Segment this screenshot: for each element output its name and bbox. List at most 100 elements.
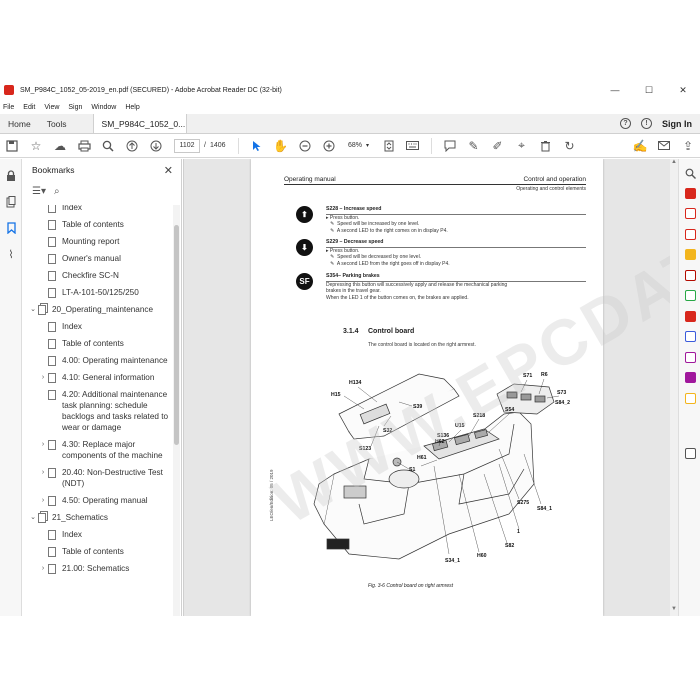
bookmark-page-icon <box>48 390 56 400</box>
draw-icon[interactable]: ✐ <box>486 134 510 158</box>
sign-pen-icon[interactable]: ✍ <box>628 134 652 158</box>
keyboard-icon[interactable] <box>401 134 425 158</box>
chevron-down-icon[interactable]: ⌄ <box>28 512 38 523</box>
bookmarks-icon[interactable] <box>0 215 22 241</box>
menu-window[interactable]: Window <box>91 104 116 111</box>
help-icon[interactable]: ? <box>620 118 631 129</box>
print-icon[interactable] <box>72 134 96 158</box>
edit-pdf-icon[interactable] <box>679 224 700 245</box>
stamp-icon[interactable]: ⌖ <box>510 134 534 158</box>
page-subheader: Operating and control elements <box>516 186 586 192</box>
more-tools-icon[interactable] <box>679 409 700 459</box>
bookmark-item[interactable]: Checkfire SC-N <box>22 267 172 284</box>
minimize-button[interactable]: — <box>598 80 632 100</box>
share-icon[interactable] <box>679 388 700 409</box>
notification-bell-icon[interactable]: ! <box>641 118 652 129</box>
document-scrollbar[interactable]: ▲ ▼ <box>670 159 678 616</box>
combine-icon[interactable] <box>679 265 700 286</box>
figure-callout-label: H60 <box>477 553 487 559</box>
bookmark-item[interactable]: ⌄ 20_Operating_maintenance <box>22 301 172 318</box>
export-pdf-icon[interactable] <box>679 183 700 204</box>
sign-in-button[interactable]: Sign In <box>662 119 692 129</box>
page-up-icon[interactable] <box>120 134 144 158</box>
page-number-input[interactable]: 1102 <box>174 138 200 153</box>
select-cursor-icon[interactable] <box>245 134 269 158</box>
bookmark-item[interactable]: LT-A-101-50/125/250 <box>22 284 172 301</box>
scroll-up-arrow-icon[interactable]: ▲ <box>670 159 678 169</box>
maximize-button[interactable]: ☐ <box>632 80 666 100</box>
bookmark-item[interactable]: › 4.10: General information <box>22 369 172 386</box>
bookmark-item[interactable]: › 4.30: Replace major components of the m… <box>22 436 172 464</box>
delete-icon[interactable] <box>534 134 558 158</box>
attachments-paperclip-icon[interactable]: ⌇ <box>0 241 22 267</box>
save-icon[interactable] <box>0 134 24 158</box>
search-tools-icon[interactable] <box>679 163 700 183</box>
hand-tool-icon[interactable]: ✋ <box>269 134 293 158</box>
tab-home[interactable]: Home <box>0 114 39 133</box>
comment-icon[interactable] <box>438 134 462 158</box>
protect-icon[interactable] <box>679 327 700 348</box>
scroll-down-arrow-icon[interactable]: ▼ <box>670 606 678 616</box>
upload-cloud-icon[interactable]: ☁ <box>48 134 72 158</box>
highlight-pen-icon[interactable]: ✎ <box>462 134 486 158</box>
comment-icon[interactable] <box>679 245 700 266</box>
close-panel-icon[interactable]: ✕ <box>164 164 173 177</box>
bookmark-item[interactable]: › 20.40: Non-Destructive Test (NDT) <box>22 464 172 492</box>
bookmark-item[interactable]: Table of contents <box>22 216 172 233</box>
bookmark-item[interactable]: ⌄ 21_Schematics <box>22 509 172 526</box>
bookmarks-scrollbar[interactable] <box>173 205 180 616</box>
chevron-right-icon[interactable]: › <box>38 563 48 574</box>
redact-icon[interactable] <box>679 306 700 327</box>
bookmark-item[interactable]: Owner's manual <box>22 250 172 267</box>
tab-document[interactable]: SM_P984C_1052_0... × <box>92 114 187 133</box>
create-pdf-icon[interactable] <box>679 204 700 225</box>
bookmark-item[interactable]: Index <box>22 318 172 335</box>
chevron-down-icon[interactable]: ⌄ <box>28 304 38 315</box>
menu-file[interactable]: File <box>3 104 14 111</box>
bookmark-item[interactable]: Mounting report <box>22 233 172 250</box>
menu-edit[interactable]: Edit <box>23 104 35 111</box>
bookmark-star-icon[interactable]: ☆ <box>24 134 48 158</box>
figure-caption: Fig. 3-6 Control board on right armrest <box>368 583 454 589</box>
page-thumbnails-icon[interactable] <box>0 189 22 215</box>
lock-icon[interactable] <box>0 163 22 189</box>
send-signature-icon[interactable] <box>679 368 700 389</box>
organize-icon[interactable] <box>679 286 700 307</box>
email-icon[interactable] <box>652 134 676 158</box>
search-icon[interactable] <box>96 134 120 158</box>
bookmark-options-icon[interactable]: ☰▾ <box>32 186 46 197</box>
fit-page-icon[interactable] <box>377 134 401 158</box>
zoom-level-dropdown[interactable]: 68% ▾ <box>341 139 377 153</box>
zoom-in-icon[interactable] <box>317 134 341 158</box>
figure-callout-label: S123 <box>359 446 371 452</box>
page-header-left: Operating manual <box>284 176 336 183</box>
chevron-right-icon[interactable]: › <box>38 467 48 478</box>
document-view[interactable]: Operating manual Control and operation O… <box>183 159 678 616</box>
rotate-icon[interactable]: ↻ <box>558 134 582 158</box>
close-window-button[interactable]: ✕ <box>666 80 700 100</box>
bookmark-item[interactable]: Table of contents <box>22 335 172 352</box>
bookmarks-scroll-thumb[interactable] <box>174 225 179 445</box>
tab-tools[interactable]: Tools <box>39 114 75 133</box>
page-down-icon[interactable] <box>144 134 168 158</box>
bookmark-label: Table of contents <box>62 339 124 348</box>
menu-sign[interactable]: Sign <box>68 104 82 111</box>
fill-sign-icon[interactable] <box>679 347 700 368</box>
section-title: Control board <box>368 328 415 335</box>
bookmark-item[interactable]: Index <box>22 205 172 216</box>
zoom-out-icon[interactable] <box>293 134 317 158</box>
find-bookmark-icon[interactable]: ⌕ <box>54 186 60 197</box>
bookmark-item[interactable]: Table of contents <box>22 543 172 560</box>
bookmark-label: 20.40: Non-Destructive Test (NDT) <box>62 468 163 488</box>
menu-help[interactable]: Help <box>125 104 139 111</box>
chevron-right-icon[interactable]: › <box>38 495 48 506</box>
menu-view[interactable]: View <box>44 104 59 111</box>
bookmark-item[interactable]: › 4.50: Operating manual <box>22 492 172 509</box>
chevron-right-icon[interactable]: › <box>38 439 48 450</box>
bookmark-item[interactable]: 4.00: Operating maintenance <box>22 352 172 369</box>
chevron-right-icon[interactable]: › <box>38 372 48 383</box>
bookmark-item[interactable]: › 21.00: Schematics <box>22 560 172 577</box>
share-link-icon[interactable]: ⇪ <box>676 134 700 158</box>
bookmark-item[interactable]: Index <box>22 526 172 543</box>
bookmark-item[interactable]: 4.20: Additional maintenance task planni… <box>22 386 172 436</box>
